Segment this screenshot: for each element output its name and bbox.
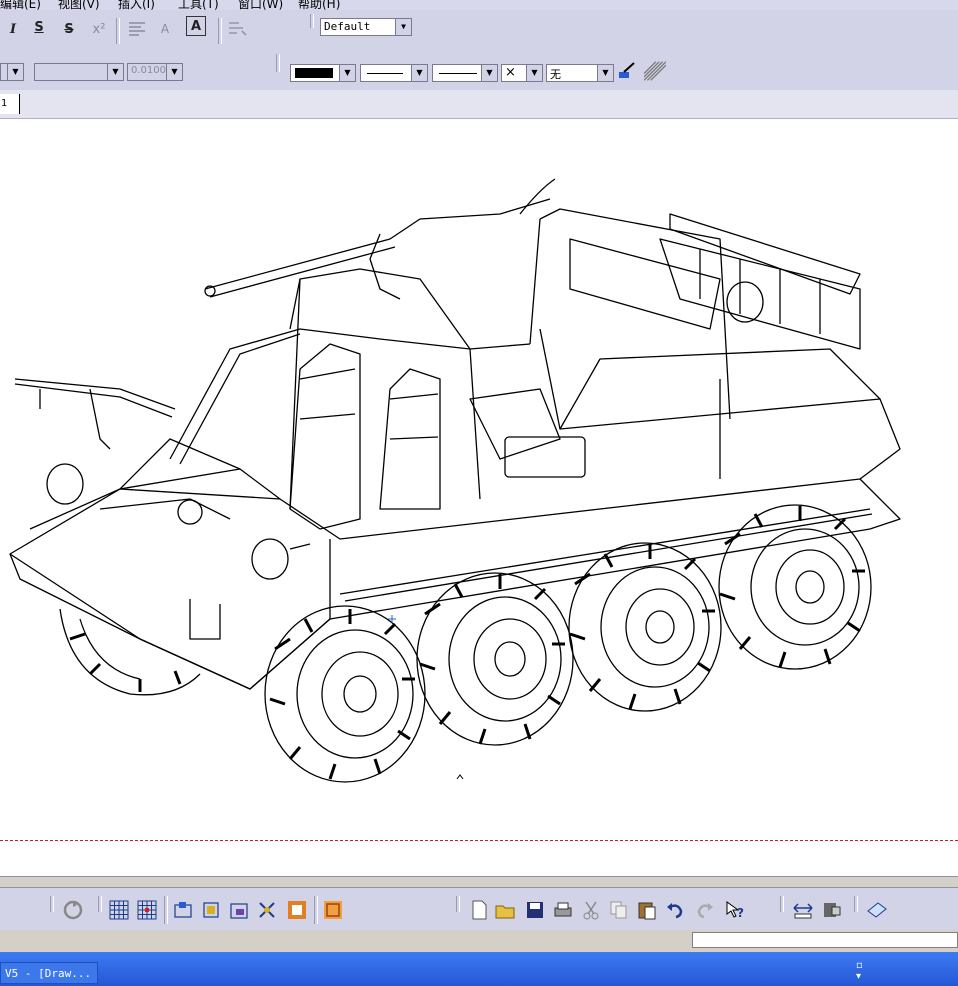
redo-icon[interactable] <box>694 899 716 921</box>
view-projection-icon[interactable] <box>228 899 250 921</box>
toolbar-separator <box>456 896 460 912</box>
snap-grid-icon[interactable] <box>136 899 158 921</box>
view-new-icon[interactable] <box>172 899 194 921</box>
scale-value: 0.0100 <box>131 65 166 76</box>
detail-view-icon[interactable] <box>286 899 308 921</box>
paste-icon[interactable] <box>636 899 658 921</box>
line-color-combo[interactable]: ▼ <box>290 64 356 82</box>
print-icon[interactable] <box>552 899 574 921</box>
superscript-button[interactable]: x² <box>88 18 110 40</box>
toolbar-separator <box>164 896 168 924</box>
toolbar-separator <box>50 896 54 912</box>
menu-view[interactable]: 视图(V) <box>58 0 100 10</box>
measure-item-icon[interactable] <box>820 899 842 921</box>
text-insert-icon[interactable] <box>226 18 248 40</box>
toolbar-separator <box>98 896 102 912</box>
chevron-down-icon[interactable]: ▼ <box>526 65 542 81</box>
font-combo[interactable]: ▼ <box>34 63 124 81</box>
toolbar-separator <box>314 896 318 924</box>
line-sample <box>367 73 403 74</box>
painter-icon[interactable] <box>616 60 638 82</box>
toolbar-separator <box>310 14 314 28</box>
taskbar-window-button[interactable]: V5 - [Draw... <box>0 962 98 984</box>
update-icon[interactable] <box>62 899 84 921</box>
cut-icon[interactable] <box>580 899 602 921</box>
line-type-combo[interactable]: ▼ <box>360 64 428 82</box>
cross-icon: × <box>505 65 516 80</box>
anchor-point-icon[interactable]: A <box>154 18 176 40</box>
hatch-pattern-icon[interactable] <box>644 60 666 82</box>
italic-button[interactable]: I <box>2 18 24 40</box>
fill-combo[interactable]: 无 ▼ <box>546 64 614 82</box>
menu-edit[interactable]: 编辑(E) <box>0 0 41 10</box>
standard-toolbar: ? <box>0 888 958 930</box>
undo-icon[interactable] <box>664 899 686 921</box>
vehicle-drawing <box>9 178 901 783</box>
copy-icon[interactable] <box>608 899 630 921</box>
point-symbol-combo[interactable]: × ▼ <box>501 64 543 82</box>
wheel <box>568 542 722 712</box>
chevron-down-icon[interactable]: ▼ <box>339 65 355 81</box>
splitter[interactable] <box>0 876 958 888</box>
sheet-border <box>0 840 958 841</box>
line-weight-combo[interactable]: ▼ <box>432 64 498 82</box>
wheel <box>416 572 574 746</box>
align-icon[interactable] <box>126 18 148 40</box>
sheet-tab-bar: 1 <box>0 90 958 119</box>
line-sample <box>439 73 477 74</box>
wheel <box>264 605 426 783</box>
whats-this-icon[interactable]: ? <box>724 899 746 921</box>
toolbar-separator <box>854 896 858 912</box>
grid-icon[interactable] <box>108 899 130 921</box>
chevron-down-icon[interactable]: ▼ <box>481 65 497 81</box>
toolbar-separator <box>780 896 784 912</box>
graphic-properties-toolbar: ▼ ▼ 0.0100 ▼ ▼ ▼ ▼ × ▼ 无 ▼ <box>0 50 958 91</box>
fill-value: 无 <box>550 68 561 81</box>
menu-tools[interactable]: 工具(T) <box>178 0 219 10</box>
text-style-value: Default <box>324 20 371 33</box>
underline-button[interactable]: S <box>28 16 50 38</box>
chevron-down-icon[interactable]: ▼ <box>395 19 411 35</box>
command-input[interactable] <box>692 932 958 948</box>
wheel <box>59 608 201 696</box>
new-file-icon[interactable] <box>468 899 490 921</box>
restore-icon[interactable]: ▫ ▾ <box>856 960 870 982</box>
chevron-down-icon[interactable]: ▼ <box>166 64 182 80</box>
color-swatch <box>295 68 333 78</box>
wheels <box>59 504 872 783</box>
drawing-canvas[interactable] <box>0 119 958 876</box>
measure-between-icon[interactable] <box>792 899 814 921</box>
strikethrough-button[interactable]: S <box>58 18 80 40</box>
view-front-icon[interactable] <box>200 899 222 921</box>
vehicle-hull <box>9 178 901 690</box>
sheet-icon[interactable] <box>866 899 888 921</box>
menu-help[interactable]: 帮助(H) <box>298 0 340 10</box>
open-folder-icon[interactable] <box>494 899 516 921</box>
menu-bar: 编辑(E) 视图(V) 插入(I) 工具(T) 窗口(W) 帮助(H) <box>0 0 958 10</box>
toolbar-separator <box>218 18 222 44</box>
clipping-view-icon[interactable] <box>322 899 344 921</box>
text-properties-toolbar: I S S x² A A Default ▼ <box>0 10 958 50</box>
chevron-down-icon[interactable]: ▼ <box>107 64 123 80</box>
chevron-down-icon[interactable]: ▼ <box>7 64 23 80</box>
frame-button[interactable]: A <box>186 16 206 36</box>
save-icon[interactable] <box>524 899 546 921</box>
dimension-axes-icon[interactable] <box>256 899 278 921</box>
toolbar-separator <box>276 54 280 72</box>
sheet-tab[interactable]: 1 <box>0 94 20 114</box>
chevron-down-icon[interactable]: ▼ <box>411 65 427 81</box>
origin-marker <box>456 774 464 780</box>
text-style-combo[interactable]: Default ▼ <box>320 18 412 36</box>
menu-window[interactable]: 窗口(W) <box>238 0 283 10</box>
taskbar: V5 - [Draw... ▫ ▾ <box>0 952 958 986</box>
chevron-down-icon[interactable]: ▼ <box>597 65 613 81</box>
scale-combo[interactable]: 0.0100 ▼ <box>127 63 183 81</box>
menu-insert[interactable]: 插入(I) <box>118 0 155 10</box>
toolbar-separator <box>116 18 120 44</box>
layer-combo[interactable]: ▼ <box>0 63 24 81</box>
cursor-marker <box>388 615 396 623</box>
svg-text:?: ? <box>737 906 744 920</box>
